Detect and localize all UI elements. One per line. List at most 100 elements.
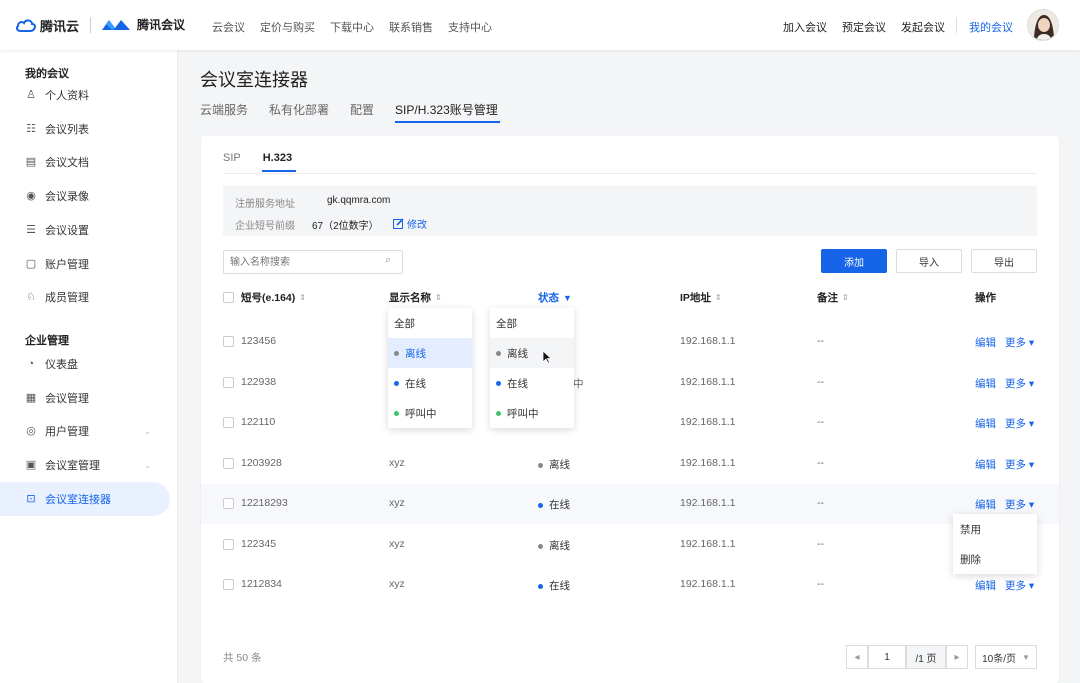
dropdown-option[interactable]: 在线 [490,368,574,398]
edit-row-button[interactable]: 编辑 [975,457,996,472]
subtab-h323[interactable]: H.323 [263,152,292,164]
dropdown-option[interactable]: 离线 [388,338,472,368]
logo-divider [90,17,91,33]
tab-private-deploy[interactable]: 私有化部署 [269,101,329,118]
more-button[interactable]: 更多 ▾ [1005,578,1034,593]
edit-row-button[interactable]: 编辑 [975,578,996,593]
my-meetings-link[interactable]: 我的会议 [969,19,1013,35]
header-status-label: 状态 [538,292,559,304]
add-button[interactable]: 添加 [821,249,887,273]
edit-prefix-link[interactable]: 修改 [393,216,427,231]
row-checkbox[interactable] [223,579,234,590]
header-ops-label: 操作 [975,292,996,304]
row-checkbox[interactable] [223,458,234,469]
edit-row-button[interactable]: 编辑 [975,416,996,431]
dropdown-option[interactable]: 在线 [388,368,472,398]
sidebar-item-meeting-list[interactable]: ☷ 会议列表 [25,119,165,139]
disable-menu-item[interactable]: 禁用 [953,514,1037,544]
subtab-sip[interactable]: SIP [223,152,241,164]
row-ops: 编辑 更多 ▾ [975,457,1034,472]
row-checkbox[interactable] [223,377,234,388]
dropdown-option[interactable]: 全部 [388,308,472,338]
more-label: 更多 [1005,459,1026,471]
dropdown-option[interactable]: 离线 [490,338,574,368]
nav-contact-sales[interactable]: 联系销售 [389,19,433,35]
edit-row-button[interactable]: 编辑 [975,497,996,512]
more-button[interactable]: 更多 ▾ [1005,335,1034,350]
more-label: 更多 [1005,418,1026,430]
cell-number: 122938 [241,376,277,388]
sidebar-item-members[interactable]: ♘ 成员管理 [25,287,165,307]
header-number[interactable]: 短号(e.164) ⇕ [241,290,306,305]
more-button[interactable]: 更多 ▾ [1005,376,1034,391]
sidebar-item-settings[interactable]: ☰ 会议设置 [25,220,165,240]
sort-icon[interactable]: ⇕ [715,293,722,302]
nav-support[interactable]: 支持中心 [448,19,492,35]
export-button[interactable]: 导出 [971,249,1037,273]
cell-note: -- [817,457,824,469]
start-meeting-link[interactable]: 发起会议 [901,19,945,35]
nav-cloud-meeting[interactable]: 云会议 [212,19,245,35]
sidebar-item-room-manage[interactable]: ▣ 会议室管理 ⌄ [25,455,165,475]
dropdown-option[interactable]: 呼叫中 [490,398,574,428]
status-filter-dropdown: 全部 离线 在线 呼叫中 [490,308,574,428]
room-icon: ▣ [25,459,37,471]
filter-icon[interactable]: ▼ [563,293,572,303]
sidebar-item-user-manage[interactable]: ◎ 用户管理 ⌄ [25,421,165,441]
header-ip-label: IP地址 [680,292,711,304]
row-checkbox[interactable] [223,336,234,347]
header-number-label: 短号(e.164) [241,292,296,304]
cell-note: -- [817,335,824,347]
nav-pricing[interactable]: 定价与购买 [260,19,315,35]
avatar[interactable] [1027,9,1059,41]
page-size-select[interactable]: 10条/页 ▼ [975,645,1037,669]
cell-ip: 192.168.1.1 [680,416,736,428]
cell-name: xyz [389,457,405,469]
nav-download[interactable]: 下载中心 [330,19,374,35]
calling-dot-icon [496,410,501,416]
sidebar-item-recordings[interactable]: ◉ 会议录像 [25,186,165,206]
edit-row-button[interactable]: 编辑 [975,335,996,350]
tab-sip-h323[interactable]: SIP/H.323账号管理 [395,101,498,118]
sidebar-item-meeting-manage[interactable]: ▦ 会议管理 [25,388,165,408]
sort-icon[interactable]: ⇕ [299,293,306,302]
cell-ip: 192.168.1.1 [680,335,736,347]
prev-page-button[interactable]: ◂ [846,645,868,669]
row-checkbox[interactable] [223,498,234,509]
edit-row-button[interactable]: 编辑 [975,376,996,391]
server-address-label: 注册服务地址 [235,199,295,210]
delete-menu-item[interactable]: 删除 [953,544,1037,574]
tab-config[interactable]: 配置 [350,101,374,118]
cell-note: -- [817,376,824,388]
dropdown-option[interactable]: 全部 [490,308,574,338]
next-page-button[interactable]: ▸ [946,645,968,669]
more-button[interactable]: 更多 ▾ [1005,457,1034,472]
select-all-checkbox[interactable] [223,292,234,303]
search-icon[interactable]: ⌕ [385,254,391,267]
dropdown-option[interactable]: 呼叫中 [388,398,472,428]
sidebar-item-dashboard[interactable]: ◔ 仪表盘 [25,354,165,374]
row-checkbox[interactable] [223,539,234,550]
more-button[interactable]: 更多 ▾ [1005,416,1034,431]
schedule-meeting-link[interactable]: 预定会议 [842,19,886,35]
sidebar-item-profile[interactable]: ♙ 个人资料 [25,85,165,105]
header-ip[interactable]: IP地址 ⇕ [680,290,722,305]
page-input[interactable]: 1 [868,645,906,669]
sort-icon[interactable]: ⇕ [435,293,442,302]
header-status[interactable]: 状态 ▼ [538,290,572,305]
more-actions-menu: 禁用 删除 [953,514,1037,574]
row-checkbox[interactable] [223,417,234,428]
sidebar-item-documents[interactable]: ▤ 会议文档 [25,152,165,172]
header-note[interactable]: 备注 ⇕ [817,290,849,305]
tencent-cloud-logo[interactable]: 腾讯云 [16,16,79,35]
join-meeting-link[interactable]: 加入会议 [783,19,827,35]
sort-icon[interactable]: ⇕ [842,293,849,302]
more-button[interactable]: 更多 ▾ [1005,497,1034,512]
tencent-meeting-logo[interactable]: 腾讯会议 [100,16,185,33]
search-input[interactable] [223,250,403,274]
header-name[interactable]: 显示名称 ⇕ [389,290,442,305]
sidebar-item-account[interactable]: ▢ 账户管理 [25,254,165,274]
sidebar-item-room-connector[interactable]: ⊡ 会议室连接器 [25,489,165,509]
import-button[interactable]: 导入 [896,249,962,273]
tab-cloud-service[interactable]: 云端服务 [200,101,248,118]
